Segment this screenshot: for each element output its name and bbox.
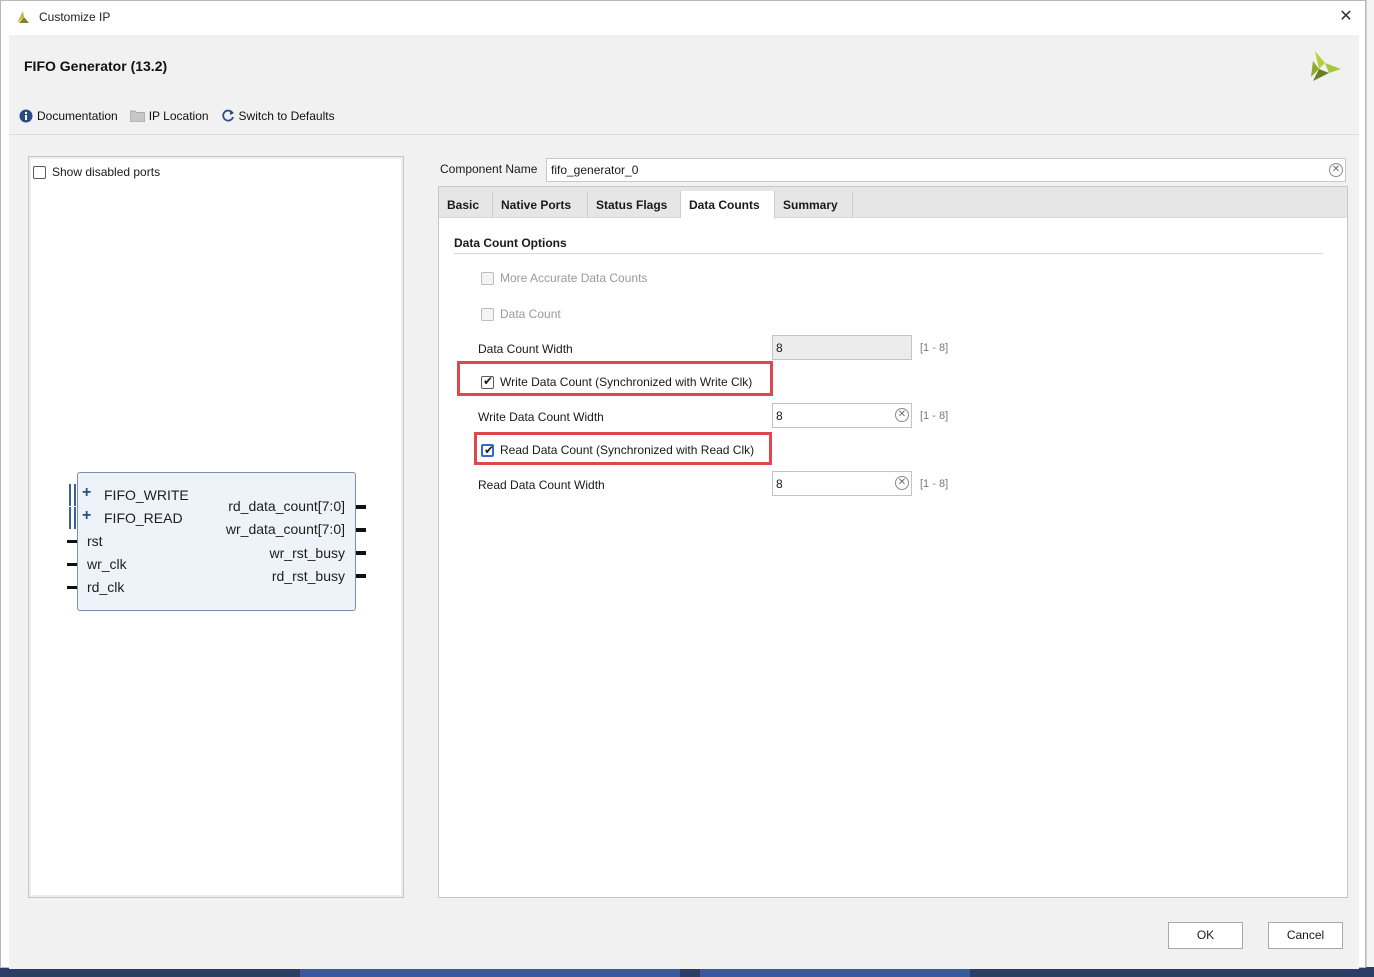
write-data-count-width-input[interactable]: 8 [772,403,912,428]
ip-location-label: IP Location [148,109,209,123]
checkbox-box[interactable] [481,307,494,321]
documentation-button[interactable]: Documentation [19,109,118,123]
vivado-app-icon [17,11,29,23]
pin-marker [356,505,366,509]
bus-port-marker [69,507,76,529]
read-data-count-width-label: Read Data Count Width [478,478,605,492]
data-count-label: Data Count [500,307,561,321]
pin-marker [356,528,366,532]
expand-plus-icon[interactable]: + [82,484,91,502]
checkbox-box[interactable] [481,443,494,457]
data-count-width-input[interactable]: 8 [772,335,912,360]
port-rd-rst-busy: rd_rst_busy [271,568,345,584]
window-title: Customize IP [39,10,111,24]
port-wr-clk: wr_clk [87,556,127,572]
show-disabled-ports-checkbox[interactable]: Show disabled ports [33,165,160,179]
more-accurate-data-counts-checkbox[interactable]: More Accurate Data Counts [481,271,647,285]
tab-bar: Basic Native Ports Status Flags Data Cou… [439,187,1347,219]
data-count-checkbox[interactable]: Data Count [481,307,561,321]
read-data-count-checkbox[interactable]: Read Data Count (Synchronized with Read … [481,443,754,457]
tab-basic[interactable]: Basic [439,191,493,218]
documentation-label: Documentation [37,109,118,123]
clear-input-icon[interactable]: ✕ [1329,163,1343,177]
port-rd-clk: rd_clk [87,579,125,595]
switch-to-defaults-label: Switch to Defaults [238,109,335,123]
write-data-count-width-range: [1 - 8] [920,410,949,422]
write-data-count-label: Write Data Count (Synchronized with Writ… [500,375,753,389]
checkbox-box[interactable] [33,165,46,179]
close-window-button[interactable]: ✕ [1333,5,1359,29]
ip-name-title: FIFO Generator (13.2) [24,58,168,74]
cancel-button[interactable]: Cancel [1268,922,1343,949]
component-name-input[interactable]: fifo_generator_0 [546,158,1346,182]
title-bar: Customize IP ✕ [1,1,1365,33]
tab-status-flags[interactable]: Status Flags [588,191,681,218]
xilinx-logo-icon [1311,51,1341,81]
read-data-count-width-input[interactable]: 8 [772,471,912,496]
ip-symbol-panel: Show disabled ports + FIFO_WRITE + FIFO_… [28,156,404,898]
data-count-width-range: [1 - 8] [920,342,949,354]
pin-marker [356,574,366,578]
ip-location-button[interactable]: IP Location [129,109,209,123]
data-count-width-label: Data Count Width [478,342,573,356]
port-wr-rst-busy: wr_rst_busy [269,545,345,561]
port-rd-data-count: rd_data_count[7:0] [228,498,345,514]
folder-icon [129,110,145,122]
dialog-body: Show disabled ports + FIFO_WRITE + FIFO_… [9,135,1359,969]
ip-toolbar: Documentation IP Location Switch to Defa… [19,109,347,123]
info-icon [19,109,33,123]
read-data-count-width-range: [1 - 8] [920,478,949,490]
tab-summary[interactable]: Summary [775,191,853,218]
pin-marker [67,586,77,589]
switch-to-defaults-button[interactable]: Switch to Defaults [221,109,335,123]
bus-port-marker [69,484,76,506]
clear-input-icon[interactable]: ✕ [895,408,909,422]
clear-input-icon[interactable]: ✕ [895,476,909,490]
show-disabled-ports-label: Show disabled ports [52,165,161,179]
tab-data-counts[interactable]: Data Counts [681,191,775,219]
checkbox-box[interactable] [481,374,494,389]
expand-plus-icon[interactable]: + [82,507,91,525]
port-wr-data-count: wr_data_count[7:0] [225,521,345,537]
tab-native-ports[interactable]: Native Ports [493,191,588,218]
ip-header: FIFO Generator (13.2) Documentation IP L [9,35,1359,135]
pin-marker [67,563,77,566]
port-rst: rst [87,533,103,549]
port-fifo-write: FIFO_WRITE [104,487,189,503]
component-name-label: Component Name [440,162,538,176]
section-title: Data Count Options [454,236,567,250]
settings-tab-panel: Basic Native Ports Status Flags Data Cou… [438,186,1348,898]
write-data-count-width-label: Write Data Count Width [478,410,604,424]
refresh-icon [221,109,234,122]
pin-marker [356,551,366,555]
desktop-background-strip [1366,0,1374,977]
pin-marker [67,540,77,543]
read-data-count-label: Read Data Count (Synchronized with Read … [500,443,755,457]
port-fifo-read: FIFO_READ [104,510,183,526]
ok-button[interactable]: OK [1168,922,1243,949]
ip-symbol-block: + FIFO_WRITE + FIFO_READ rst wr_clk rd_c… [67,472,366,611]
checkbox-box[interactable] [481,271,494,285]
section-divider [454,253,1323,254]
more-accurate-label: More Accurate Data Counts [500,271,648,285]
customize-ip-dialog: Customize IP ✕ FIFO Generator (13.2) Doc… [0,0,1366,969]
write-data-count-checkbox[interactable]: Write Data Count (Synchronized with Writ… [481,374,753,389]
